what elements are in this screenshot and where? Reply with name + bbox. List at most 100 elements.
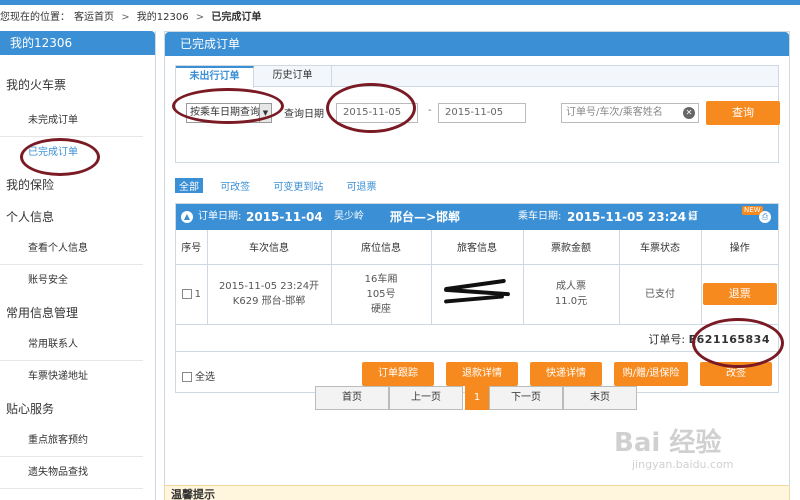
first-page-button[interactable]: 首页 xyxy=(315,386,389,410)
row-index: 1 xyxy=(194,288,201,300)
breadcrumb-separator: > xyxy=(195,12,205,23)
query-box: 未出行订单 历史订单 按乘车日期查询 ▼ 查询日期 2015-11-05 - 2… xyxy=(175,65,780,163)
select-all-label: 全选 xyxy=(195,372,215,383)
passenger-info-cell xyxy=(431,264,524,325)
sidebar-item-lost-items[interactable]: 遗失物品查找 xyxy=(0,457,143,489)
column-header-train: 车次信息 xyxy=(207,230,332,265)
train-time: 2015-11-05 23:24开 xyxy=(218,281,320,292)
table-row: 1 2015-11-05 23:24开 K629 邢台-邯郸 16车厢 105号… xyxy=(176,264,778,325)
sidebar-item-account-security[interactable]: 账号安全 xyxy=(0,265,143,297)
column-header-amount: 票款金额 xyxy=(523,230,620,265)
delivery-details-button[interactable]: 快递详情 xyxy=(530,362,602,386)
tab-upcoming-orders[interactable]: 未出行订单 xyxy=(176,66,254,88)
query-row: 按乘车日期查询 ▼ 查询日期 2015-11-05 - 2015-11-05 订… xyxy=(176,87,780,157)
clear-icon[interactable]: ✕ xyxy=(683,107,695,119)
seat-car: 16车厢 xyxy=(364,273,398,285)
sidebar-title: 我的12306 xyxy=(0,31,155,55)
page-title: 已完成订单 xyxy=(165,32,789,56)
train-route: K629 邢台-邯郸 xyxy=(232,296,306,307)
chevron-down-icon: ▼ xyxy=(259,104,271,122)
date-label: 查询日期 xyxy=(284,109,324,120)
sidebar-section-services[interactable]: 贴心服务 xyxy=(0,393,155,425)
row-checkbox[interactable] xyxy=(181,288,192,299)
query-type-value: 按乘车日期查询 xyxy=(190,107,260,118)
date-from-input[interactable]: 2015-11-05 xyxy=(336,103,418,123)
watermark-logo-text: Bai 经验 xyxy=(614,428,722,458)
route: 邢台—>邯郸 xyxy=(390,210,461,224)
collapse-icon[interactable]: ▲ xyxy=(181,211,193,223)
filter-refundable[interactable]: 可退票 xyxy=(347,178,377,193)
seat-number: 105号 xyxy=(366,288,396,300)
passenger-name: 吴少岭 xyxy=(334,211,364,222)
print-icon[interactable]: ⎙ xyxy=(759,211,771,223)
column-header-status: 车票状态 xyxy=(619,230,702,265)
select-all[interactable]: 全选 xyxy=(182,368,215,383)
next-page-button[interactable]: 下一页 xyxy=(489,386,563,410)
action-cell: 退票 xyxy=(701,264,778,325)
sidebar-item-key-passenger[interactable]: 重点旅客预约 xyxy=(0,425,143,457)
change-ticket-button[interactable]: 改签 xyxy=(700,362,772,386)
current-page-button[interactable]: 1 xyxy=(465,386,489,410)
search-placeholder: 订单号/车次/乘客姓名 xyxy=(566,107,663,118)
breadcrumb-my12306-link[interactable]: 我的12306 xyxy=(137,12,189,23)
column-header-seat: 席位信息 xyxy=(331,230,432,265)
sidebar-section-insurance[interactable]: 我的保险 xyxy=(0,169,155,201)
status-cell: 已支付 xyxy=(619,264,702,325)
filter-change-destination[interactable]: 可变更到站 xyxy=(273,178,323,193)
date-range-dash: - xyxy=(428,105,432,116)
train-info-cell: 2015-11-05 23:24开 K629 邢台-邯郸 xyxy=(207,264,332,325)
breadcrumb-separator: > xyxy=(121,12,130,23)
search-input[interactable]: 订单号/车次/乘客姓名 ✕ xyxy=(561,103,699,123)
refund-details-button[interactable]: 退款详情 xyxy=(446,362,518,386)
row-index-cell: 1 xyxy=(176,264,208,325)
seat-type: 硬座 xyxy=(371,303,391,315)
ride-date-label: 乘车日期: xyxy=(518,211,562,222)
query-button[interactable]: 查询 xyxy=(706,101,780,125)
sidebar-item-completed-orders[interactable]: 已完成订单 xyxy=(0,137,143,169)
order-tracking-button[interactable]: 订单跟踪 xyxy=(362,362,434,386)
order-filters: 全部 可改签 可变更到站 可退票 xyxy=(175,178,397,194)
breadcrumb: 您现在的位置： 客运首页 > 我的12306 > 已完成订单 xyxy=(0,8,800,26)
refund-button[interactable]: 退票 xyxy=(702,283,777,305)
watermark-url: jingyan.baidu.com xyxy=(632,458,734,471)
sidebar-section-personal-info[interactable]: 个人信息 xyxy=(0,201,155,233)
select-all-checkbox[interactable] xyxy=(182,372,192,382)
sidebar-item-view-personal-info[interactable]: 查看个人信息 xyxy=(0,233,143,265)
order-number-value: E621165834 xyxy=(688,333,770,346)
last-page-button[interactable]: 末页 xyxy=(563,386,637,410)
seat-info-cell: 16车厢 105号 硬座 xyxy=(331,264,432,325)
sidebar-item-unfinished-orders[interactable]: 未完成订单 xyxy=(0,105,143,137)
order-date-label: 订单日期: xyxy=(198,211,242,222)
sidebar: 我的12306 我的火车票 未完成订单 已完成订单 我的保险 个人信息 查看个人… xyxy=(0,31,156,500)
order-date: 2015-11-04 xyxy=(246,210,323,224)
order-card: ▲ 订单日期: 2015-11-04 吴少岭 邢台—>邯郸 乘车日期: 2015… xyxy=(175,203,779,393)
order-tabs: 未出行订单 历史订单 xyxy=(176,66,778,88)
order-number-label: 订单号: xyxy=(648,333,686,346)
query-type-select[interactable]: 按乘车日期查询 ▼ xyxy=(186,103,272,123)
breadcrumb-prefix: 您现在的位置： xyxy=(0,12,70,23)
sidebar-section-train-tickets[interactable]: 我的火车票 xyxy=(0,65,155,105)
top-accent-bar xyxy=(0,0,800,5)
redacted-passenger-scribble xyxy=(442,277,512,307)
filter-all[interactable]: 全部 xyxy=(175,178,203,193)
insurance-button[interactable]: 购/赠/退保险 xyxy=(614,362,688,386)
order-table: 序号 车次信息 席位信息 旅客信息 票款金额 车票状态 操作 1 2015-11… xyxy=(176,230,778,325)
column-header-passenger: 旅客信息 xyxy=(431,230,524,265)
column-header-action: 操作 xyxy=(701,230,778,265)
prev-page-button[interactable]: 上一页 xyxy=(389,386,463,410)
order-number: 订单号: E621165834 xyxy=(648,331,770,347)
breadcrumb-home-link[interactable]: 客运首页 xyxy=(74,12,114,23)
baidu-jingyan-watermark: Bai 经验 jingyan.baidu.com xyxy=(614,422,800,492)
ticket-price: 11.0元 xyxy=(554,296,588,307)
sidebar-section-common-info[interactable]: 常用信息管理 xyxy=(0,297,155,329)
order-header: ▲ 订单日期: 2015-11-04 吴少岭 邢台—>邯郸 乘车日期: 2015… xyxy=(176,204,778,300)
sidebar-item-contacts[interactable]: 常用联系人 xyxy=(0,329,143,361)
date-to-input[interactable]: 2015-11-05 xyxy=(438,103,526,123)
filter-changeable[interactable]: 可改签 xyxy=(220,178,250,193)
breadcrumb-current: 已完成订单 xyxy=(211,12,262,23)
tab-history-orders[interactable]: 历史订单 xyxy=(254,66,332,87)
amount-cell: 成人票 11.0元 xyxy=(523,264,620,325)
column-header-index: 序号 xyxy=(176,230,208,265)
sidebar-item-delivery-address[interactable]: 车票快递地址 xyxy=(0,361,143,393)
ride-date: 2015-11-05 23:24 xyxy=(567,210,687,224)
